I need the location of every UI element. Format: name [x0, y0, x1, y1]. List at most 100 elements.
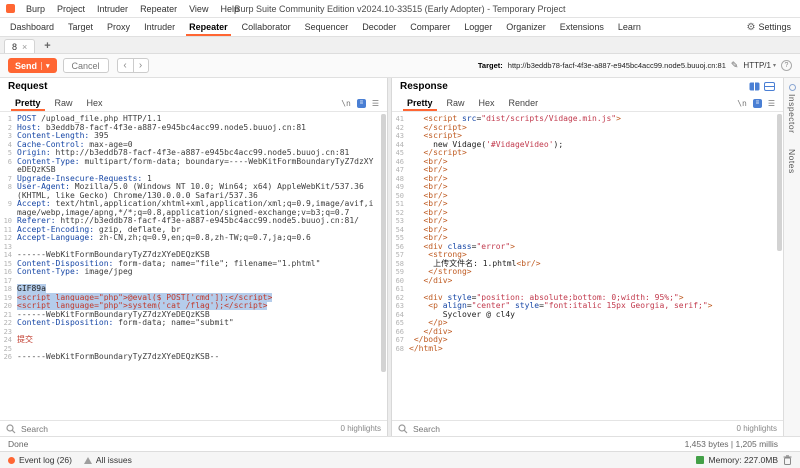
response-highlights-count: 0 highlights — [737, 424, 777, 433]
tab-extensions[interactable]: Extensions — [553, 18, 611, 36]
line-number: 64 — [392, 311, 409, 320]
tab-target[interactable]: Target — [61, 18, 100, 36]
repeater-tab-bar: 8 × + — [0, 37, 800, 54]
tab-comparer[interactable]: Comparer — [403, 18, 457, 36]
settings-label: Settings — [758, 22, 791, 32]
response-view-render[interactable]: Render — [502, 95, 546, 111]
tab-sequencer[interactable]: Sequencer — [298, 18, 356, 36]
trash-icon[interactable] — [783, 455, 792, 465]
add-tab-button[interactable]: + — [38, 41, 56, 53]
event-log-icon — [8, 457, 15, 464]
code-line: 66 </div> — [392, 328, 783, 337]
tab-learn[interactable]: Learn — [611, 18, 648, 36]
burp-logo-icon — [6, 4, 15, 13]
close-tab-icon[interactable]: × — [22, 42, 27, 52]
request-panel: Request PrettyRawHex \n ≡ ☰ 1POST /uploa… — [0, 78, 388, 436]
gear-icon: ⚙ — [747, 22, 756, 33]
send-dropdown-icon[interactable]: ▾ — [41, 62, 50, 70]
request-view-tabs: PrettyRawHex \n ≡ ☰ — [0, 95, 387, 112]
status-done: Done — [8, 439, 28, 449]
response-scrollbar[interactable] — [777, 114, 782, 418]
chevron-down-icon: ▾ — [773, 62, 776, 69]
newline-toggle-icon[interactable]: \n — [737, 99, 747, 108]
sidebar-item-notes[interactable]: Notes — [787, 149, 797, 174]
menu-project[interactable]: Project — [51, 4, 91, 14]
menu-burp[interactable]: Burp — [20, 4, 51, 14]
response-search-input[interactable] — [413, 424, 732, 434]
line-number: 24 — [0, 336, 17, 345]
scrollbar-thumb[interactable] — [381, 114, 386, 372]
menu-intruder[interactable]: Intruder — [91, 4, 134, 14]
layout-columns-icon[interactable] — [749, 81, 760, 92]
byte-view-icon[interactable]: ≡ — [753, 99, 762, 108]
code-line: 51 <br/> — [392, 200, 783, 209]
request-search-bar: 0 highlights — [0, 420, 387, 436]
request-header: Request — [0, 78, 387, 95]
request-view-hex[interactable]: Hex — [80, 95, 110, 111]
line-number: 22 — [0, 319, 17, 328]
burp-window: { "window": { "title": "Burp Suite Commu… — [0, 0, 800, 468]
response-view-tabs: PrettyRawHexRender \n ≡ ☰ — [392, 95, 783, 112]
response-timing: 1,453 bytes | 1,205 millis — [685, 439, 778, 449]
editor-menu-icon[interactable]: ☰ — [372, 99, 379, 108]
target-url: http://b3eddb78-facf-4f3e-a887-e945bc4ac… — [508, 61, 726, 70]
http-version-label: HTTP/1 — [743, 61, 771, 70]
byte-view-icon[interactable]: ≡ — [357, 99, 366, 108]
all-issues-button[interactable]: All issues — [84, 455, 132, 465]
tab-organizer[interactable]: Organizer — [499, 18, 553, 36]
tab-collaborator[interactable]: Collaborator — [235, 18, 298, 36]
response-view-pretty[interactable]: Pretty — [400, 95, 440, 111]
line-number: 55 — [392, 234, 409, 243]
main-area: Request PrettyRawHex \n ≡ ☰ 1POST /uploa… — [0, 78, 800, 436]
code-line: 12Accept-Language: zh-CN,zh;q=0.9,en;q=0… — [0, 234, 387, 243]
line-number: 50 — [392, 192, 409, 201]
history-back-button[interactable]: ‹ — [117, 58, 133, 73]
request-scrollbar[interactable] — [381, 114, 386, 418]
send-button[interactable]: Send ▾ — [8, 58, 57, 73]
http-version-selector[interactable]: HTTP/1 ▾ — [743, 61, 776, 70]
repeater-tab-8[interactable]: 8 × — [4, 39, 35, 53]
line-number: 1 — [0, 115, 17, 124]
cancel-button[interactable]: Cancel — [63, 58, 109, 73]
line-number: 65 — [392, 319, 409, 328]
request-editor[interactable]: 1POST /upload_file.php HTTP/1.12Host: b3… — [0, 112, 387, 420]
response-search-bar: 0 highlights — [392, 420, 783, 436]
request-view-pretty[interactable]: Pretty — [8, 95, 48, 111]
edit-target-icon[interactable]: ✎ — [731, 60, 739, 71]
tab-intruder[interactable]: Intruder — [137, 18, 182, 36]
line-number: 7 — [0, 175, 17, 184]
code-line: 22Content-Disposition: form-data; name="… — [0, 319, 387, 328]
event-log-button[interactable]: Event log (26) — [8, 455, 72, 465]
code-line: 45 </script> — [392, 149, 783, 158]
menu-view[interactable]: View — [183, 4, 214, 14]
scrollbar-thumb[interactable] — [777, 114, 782, 251]
response-view-raw[interactable]: Raw — [440, 95, 472, 111]
response-viewer[interactable]: 41 <script src="dist/scripts/Vidage.min.… — [392, 112, 783, 420]
editor-menu-icon[interactable]: ☰ — [768, 99, 775, 108]
line-number: 15 — [0, 260, 17, 269]
tab-proxy[interactable]: Proxy — [100, 18, 137, 36]
tab-decoder[interactable]: Decoder — [355, 18, 403, 36]
tab-logger[interactable]: Logger — [457, 18, 499, 36]
line-number: 25 — [0, 345, 17, 354]
tab-repeater[interactable]: Repeater — [182, 18, 235, 36]
sidebar-item-inspector[interactable]: Inspector — [787, 84, 797, 133]
layout-rows-icon[interactable] — [764, 81, 775, 92]
line-number: 52 — [392, 209, 409, 218]
menu-repeater[interactable]: Repeater — [134, 4, 183, 14]
line-number: 49 — [392, 183, 409, 192]
tab-dashboard[interactable]: Dashboard — [3, 18, 61, 36]
search-icon — [398, 424, 408, 434]
history-forward-button[interactable]: › — [133, 58, 149, 73]
help-icon[interactable]: ? — [781, 60, 792, 71]
response-editor-icons: \n ≡ ☰ — [737, 95, 775, 111]
line-number: 17 — [0, 277, 17, 286]
line-number: 19 — [0, 294, 17, 303]
main-tab-items: DashboardTargetProxyIntruderRepeaterColl… — [3, 18, 648, 36]
line-number: 46 — [392, 158, 409, 167]
response-view-hex[interactable]: Hex — [472, 95, 502, 111]
settings-button[interactable]: ⚙ Settings — [741, 18, 798, 36]
newline-toggle-icon[interactable]: \n — [341, 99, 351, 108]
request-view-raw[interactable]: Raw — [48, 95, 80, 111]
request-search-input[interactable] — [21, 424, 336, 434]
